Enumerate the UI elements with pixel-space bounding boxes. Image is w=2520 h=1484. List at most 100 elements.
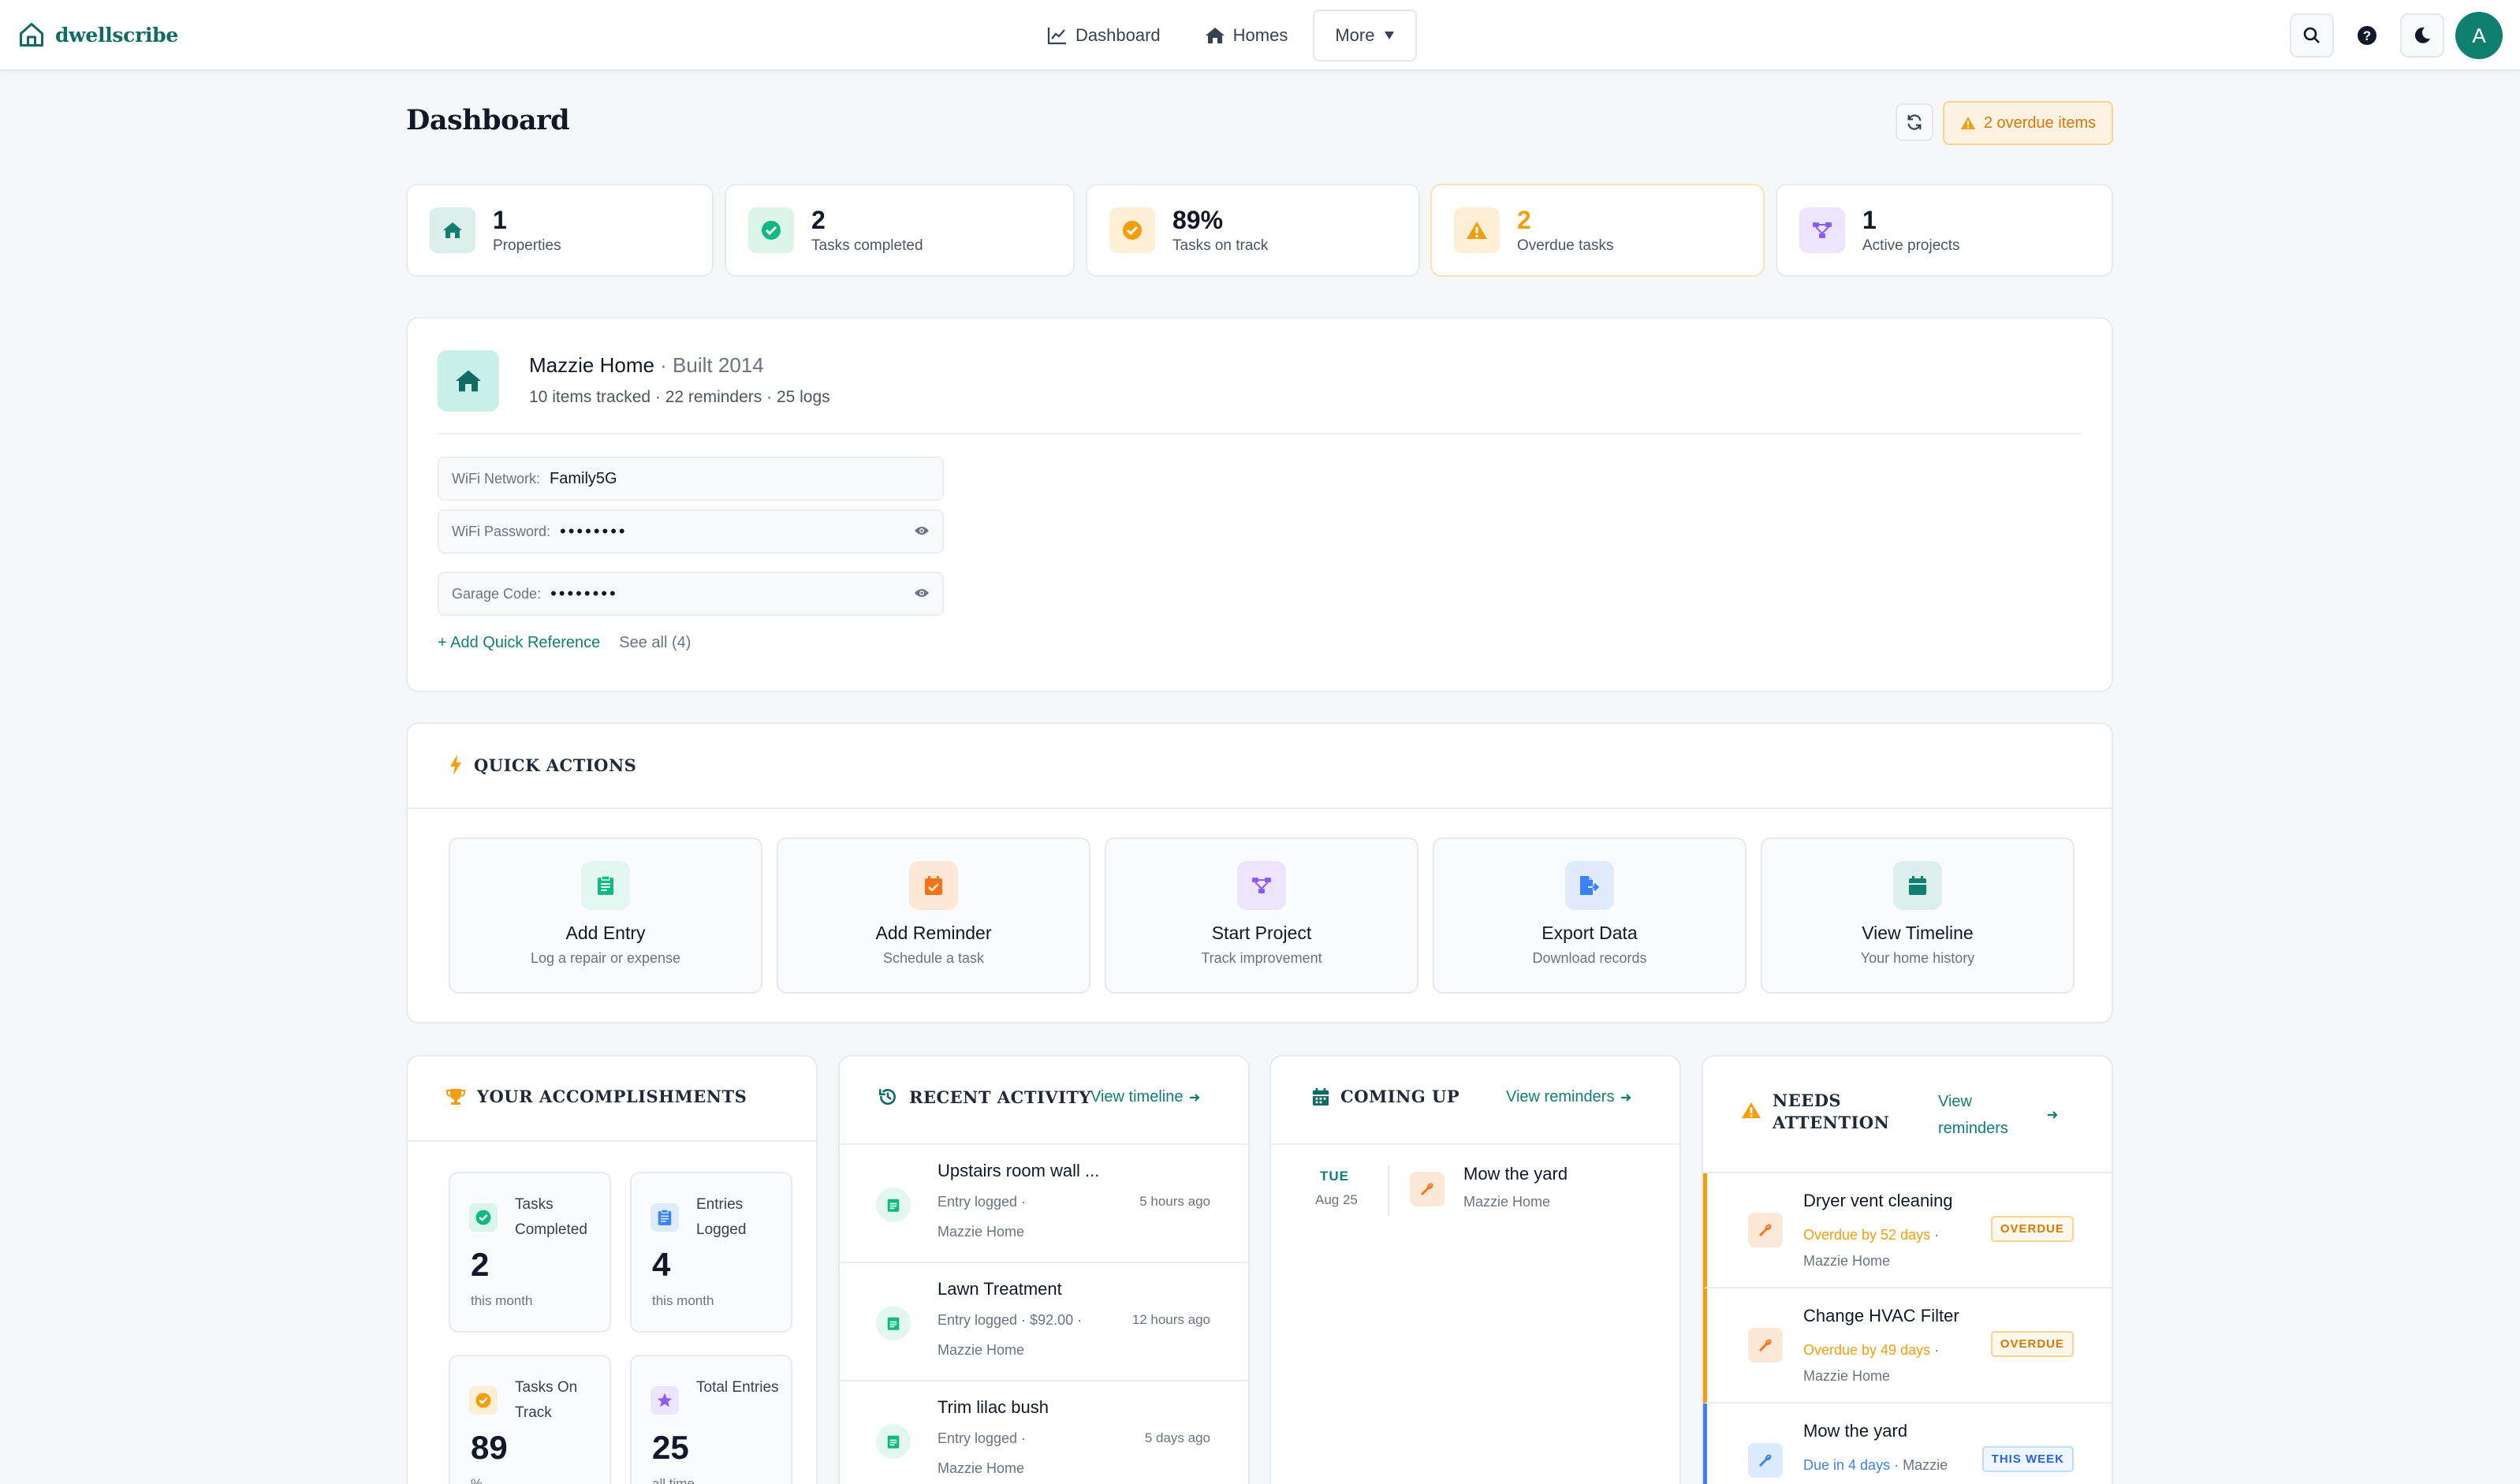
wrench-icon xyxy=(1748,1213,1783,1247)
brand[interactable]: dwellscribe xyxy=(17,17,178,52)
project-icon xyxy=(1237,861,1286,910)
refresh-button[interactable] xyxy=(1896,103,1933,141)
stat-label: Properties xyxy=(493,237,561,254)
warning-icon xyxy=(1960,116,1976,130)
eye-icon[interactable] xyxy=(914,587,930,598)
attention-property: Mazzie xyxy=(1903,1457,1948,1473)
ref-value-masked: •••••••• xyxy=(550,584,618,603)
quick-action-add-entry[interactable]: Add Entry Log a repair or expense xyxy=(449,837,762,994)
search-button[interactable] xyxy=(2290,13,2334,58)
stat-label: Tasks on track xyxy=(1172,237,1269,254)
quick-ref-garage-code[interactable]: Garage Code: •••••••• xyxy=(438,572,944,616)
home-logo-icon xyxy=(17,21,46,49)
nav-dashboard[interactable]: Dashboard xyxy=(1025,10,1183,61)
nav-homes[interactable]: Homes xyxy=(1183,10,1310,61)
brand-name: dwellscribe xyxy=(55,23,178,47)
activity-time: 12 hours ago xyxy=(1131,1312,1210,1327)
status-badge: THIS WEEK xyxy=(1981,1446,2074,1472)
activity-meta: Entry logged · $92.00 · xyxy=(938,1312,1083,1328)
stat-label: Overdue tasks xyxy=(1517,237,1614,254)
accomplishment-value: 4 xyxy=(652,1246,671,1283)
quick-action-add-reminder[interactable]: Add Reminder Schedule a task xyxy=(777,837,1090,994)
add-quick-reference-link[interactable]: + Add Quick Reference xyxy=(438,634,600,652)
warning-icon xyxy=(1741,1101,1761,1120)
quick-action-view-timeline[interactable]: View Timeline Your home history xyxy=(1761,837,2075,994)
attention-item[interactable]: Mow the yard Due in 4 days · Mazzie THIS… xyxy=(1703,1404,2112,1484)
stat-card-tasks-completed[interactable]: 2 Tasks completed xyxy=(725,184,1075,277)
quick-ref-wifi-network[interactable]: WiFi Network: Family5G xyxy=(438,457,944,501)
clipboard-icon xyxy=(876,1188,911,1222)
nav-more-label: More xyxy=(1335,25,1375,45)
nav-more-dropdown[interactable]: More xyxy=(1313,9,1418,62)
ref-value-masked: •••••••• xyxy=(560,521,628,541)
accomplishments-panel: Your Accomplishments Tasks Completed 2 t… xyxy=(406,1055,818,1484)
quick-ref-wifi-password[interactable]: WiFi Password: •••••••• xyxy=(438,509,944,554)
ref-label: Garage Code: xyxy=(452,585,542,602)
view-reminders-label: View reminders xyxy=(1506,1088,1615,1106)
clipboard-icon xyxy=(876,1306,911,1340)
see-all-references-link[interactable]: See all (4) xyxy=(619,634,691,652)
attention-meta: Due in 4 days · Mazzie xyxy=(1803,1457,1948,1473)
activity-property: Mazzie Home xyxy=(938,1460,1025,1476)
divider xyxy=(438,433,2082,434)
eye-icon[interactable] xyxy=(914,525,930,536)
accomplishment-tasks-completed: Tasks Completed 2 this month xyxy=(449,1172,611,1333)
stat-card-overdue[interactable]: 2 Overdue tasks xyxy=(1430,184,1765,277)
stat-value: 1 xyxy=(493,206,507,234)
view-reminders-link[interactable]: View reminders xyxy=(1938,1088,2058,1142)
accomplishments-title: Your Accomplishments xyxy=(477,1087,747,1106)
attention-item[interactable]: Dryer vent cleaning Overdue by 52 days ·… xyxy=(1703,1173,2112,1288)
search-icon xyxy=(2302,26,2321,45)
arrow-right-icon xyxy=(1620,1092,1632,1103)
quick-action-sub: Download records xyxy=(1532,950,1647,966)
stat-value: 2 xyxy=(811,206,826,234)
attention-status: Due in 4 days xyxy=(1803,1457,1891,1473)
avatar[interactable]: A xyxy=(2455,12,2503,59)
view-reminders-link[interactable]: View reminders xyxy=(1506,1088,1632,1106)
accomplishment-entries-logged: Entries Logged 4 this month xyxy=(630,1172,792,1333)
attention-property: Mazzie Home xyxy=(1803,1368,1891,1384)
upcoming-title: Mow the yard xyxy=(1463,1164,1568,1184)
moon-icon xyxy=(2413,26,2432,45)
accomplishment-sub: % xyxy=(471,1476,483,1484)
quick-action-sub: Log a repair or expense xyxy=(530,950,681,966)
activity-item[interactable]: Trim lilac bush Entry logged · Mazzie Ho… xyxy=(840,1381,1248,1484)
wrench-icon xyxy=(1410,1172,1445,1206)
quick-action-start-project[interactable]: Start Project Track improvement xyxy=(1105,837,1418,994)
accomplishment-sub: this month xyxy=(471,1293,533,1308)
activity-item[interactable]: Lawn Treatment Entry logged · $92.00 · M… xyxy=(840,1263,1248,1381)
attention-title: Dryer vent cleaning xyxy=(1803,1191,1953,1210)
attention-item[interactable]: Change HVAC Filter Overdue by 49 days · … xyxy=(1703,1288,2112,1404)
needs-attention-title: Needs Attention xyxy=(1773,1091,1890,1132)
recent-activity-title: Recent Activity xyxy=(909,1087,1092,1107)
accomplishment-sub: all time xyxy=(652,1476,695,1484)
overdue-items-button[interactable]: 2 overdue items xyxy=(1943,101,2113,145)
stat-card-on-track[interactable]: 89% Tasks on track xyxy=(1086,184,1420,277)
view-timeline-link[interactable]: View timeline xyxy=(1090,1088,1201,1106)
quick-action-sub: Track improvement xyxy=(1201,950,1322,966)
activity-property: Mazzie Home xyxy=(938,1224,1025,1240)
activity-meta: Entry logged · xyxy=(938,1430,1027,1446)
coming-up-panel: Coming Up View reminders TUE Aug 25 Mow … xyxy=(1269,1055,1681,1484)
ref-value: Family5G xyxy=(550,469,617,487)
activity-time: 5 days ago xyxy=(1144,1430,1210,1445)
accomplishment-value: 2 xyxy=(471,1246,490,1283)
theme-toggle-button[interactable] xyxy=(2400,13,2444,58)
quick-action-label: Add Reminder xyxy=(875,923,992,943)
quick-action-sub: Schedule a task xyxy=(882,950,985,966)
help-button[interactable]: ? xyxy=(2345,13,2389,58)
quick-action-sub: Your home history xyxy=(1860,950,1975,966)
property-name[interactable]: Mazzie Home · Built 2014 xyxy=(529,353,764,378)
home-icon xyxy=(430,207,475,253)
divider xyxy=(408,807,2112,809)
stat-card-projects[interactable]: 1 Active projects xyxy=(1776,184,2113,277)
calendar-icon xyxy=(1312,1087,1329,1106)
stat-card-properties[interactable]: 1 Properties xyxy=(406,184,714,277)
quick-action-export-data[interactable]: Export Data Download records xyxy=(1433,837,1746,994)
nav-homes-label: Homes xyxy=(1232,25,1288,45)
activity-meta: Entry logged · xyxy=(938,1194,1027,1210)
help-icon: ? xyxy=(2356,24,2378,47)
wrench-icon xyxy=(1748,1443,1783,1478)
status-badge: OVERDUE xyxy=(1990,1216,2074,1242)
activity-item[interactable]: Upstairs room wall ... Entry logged · Ma… xyxy=(840,1145,1248,1263)
